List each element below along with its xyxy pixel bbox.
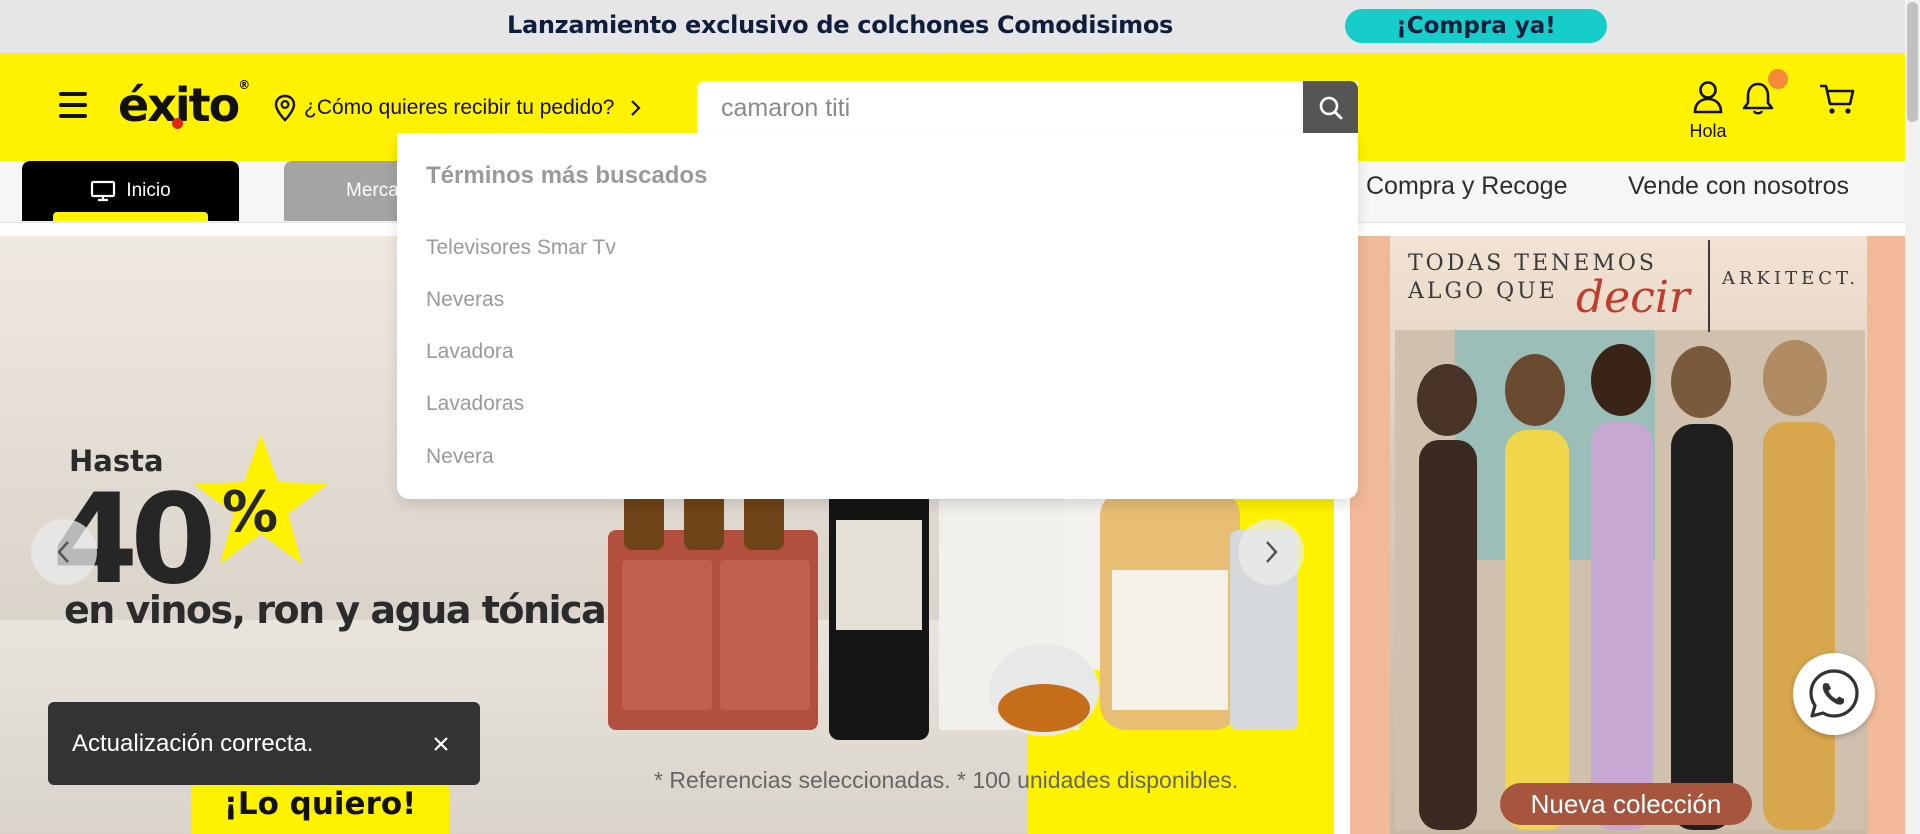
hero-percent-sign: % bbox=[222, 480, 279, 545]
side-banner-accent: decir bbox=[1576, 272, 1690, 323]
notification-badge bbox=[1768, 69, 1788, 89]
side-banner-cta[interactable]: Nueva colección bbox=[1500, 783, 1752, 825]
search-icon bbox=[1319, 96, 1342, 120]
side-banner-brand: ARKITECT. bbox=[1722, 268, 1860, 289]
suggestion-item[interactable]: Nevera bbox=[426, 445, 494, 469]
whatsapp-button[interactable] bbox=[1793, 653, 1875, 735]
delivery-selector[interactable]: ¿Cómo quieres recibir tu pedido? bbox=[274, 93, 643, 123]
side-banner-divider bbox=[1708, 240, 1710, 332]
scrollbar-thumb[interactable] bbox=[1907, 2, 1918, 122]
logo-dot bbox=[172, 118, 183, 129]
tab-mercado[interactable]: Mercado bbox=[284, 161, 414, 221]
chevron-right-icon bbox=[1266, 541, 1278, 563]
promo-cta-button[interactable]: ¡Compra ya! bbox=[1345, 9, 1607, 43]
search-button[interactable] bbox=[1303, 81, 1358, 135]
cart-icon[interactable] bbox=[1818, 80, 1856, 116]
scrollbar[interactable] bbox=[1905, 0, 1920, 834]
models-image bbox=[1395, 330, 1865, 830]
close-icon[interactable] bbox=[426, 735, 456, 753]
carousel-next-button[interactable] bbox=[1238, 519, 1304, 585]
suggestion-item[interactable]: Lavadoras bbox=[426, 392, 524, 416]
chevron-left-icon bbox=[57, 541, 69, 563]
search-box bbox=[697, 81, 1358, 135]
carousel-prev-button[interactable] bbox=[31, 519, 97, 585]
dropdown-title: Términos más buscados bbox=[426, 162, 708, 189]
logo[interactable]: éxito® bbox=[118, 78, 250, 132]
page: Lanzamiento exclusivo de colchones Comod… bbox=[0, 0, 1920, 834]
suggestion-item[interactable]: Neveras bbox=[426, 288, 504, 312]
delivery-label: ¿Cómo quieres recibir tu pedido? bbox=[304, 96, 615, 119]
account-label: Hola bbox=[1689, 121, 1727, 141]
whatsapp-icon bbox=[1809, 669, 1859, 718]
chevron-right-icon bbox=[630, 100, 641, 116]
hero-subtitle: en vinos, ron y agua tónica. bbox=[64, 588, 620, 632]
hero-disclaimer: * Referencias seleccionadas. * 100 unida… bbox=[654, 767, 1239, 793]
active-tab-indicator bbox=[53, 212, 208, 221]
nav-link-compra-recoge[interactable]: Compra y Recoge bbox=[1366, 172, 1567, 201]
toast: Actualización correcta. bbox=[48, 702, 480, 785]
nav-link-vende[interactable]: Vende con nosotros bbox=[1628, 172, 1849, 201]
monitor-icon bbox=[91, 180, 116, 202]
tab-inicio-label: Inicio bbox=[126, 180, 171, 201]
products-image bbox=[608, 470, 1298, 740]
search-input[interactable] bbox=[697, 81, 1303, 135]
toast-message: Actualización correcta. bbox=[72, 729, 314, 757]
location-pin-icon bbox=[274, 94, 296, 122]
promo-text[interactable]: Lanzamiento exclusivo de colchones Comod… bbox=[507, 11, 1173, 39]
user-icon bbox=[1693, 81, 1723, 114]
account-button[interactable]: Hola bbox=[1683, 80, 1733, 142]
suggestion-item[interactable]: Lavadora bbox=[426, 340, 514, 364]
suggestion-item[interactable]: Televisores Smar Tv bbox=[426, 236, 616, 260]
menu-icon[interactable] bbox=[59, 92, 89, 120]
